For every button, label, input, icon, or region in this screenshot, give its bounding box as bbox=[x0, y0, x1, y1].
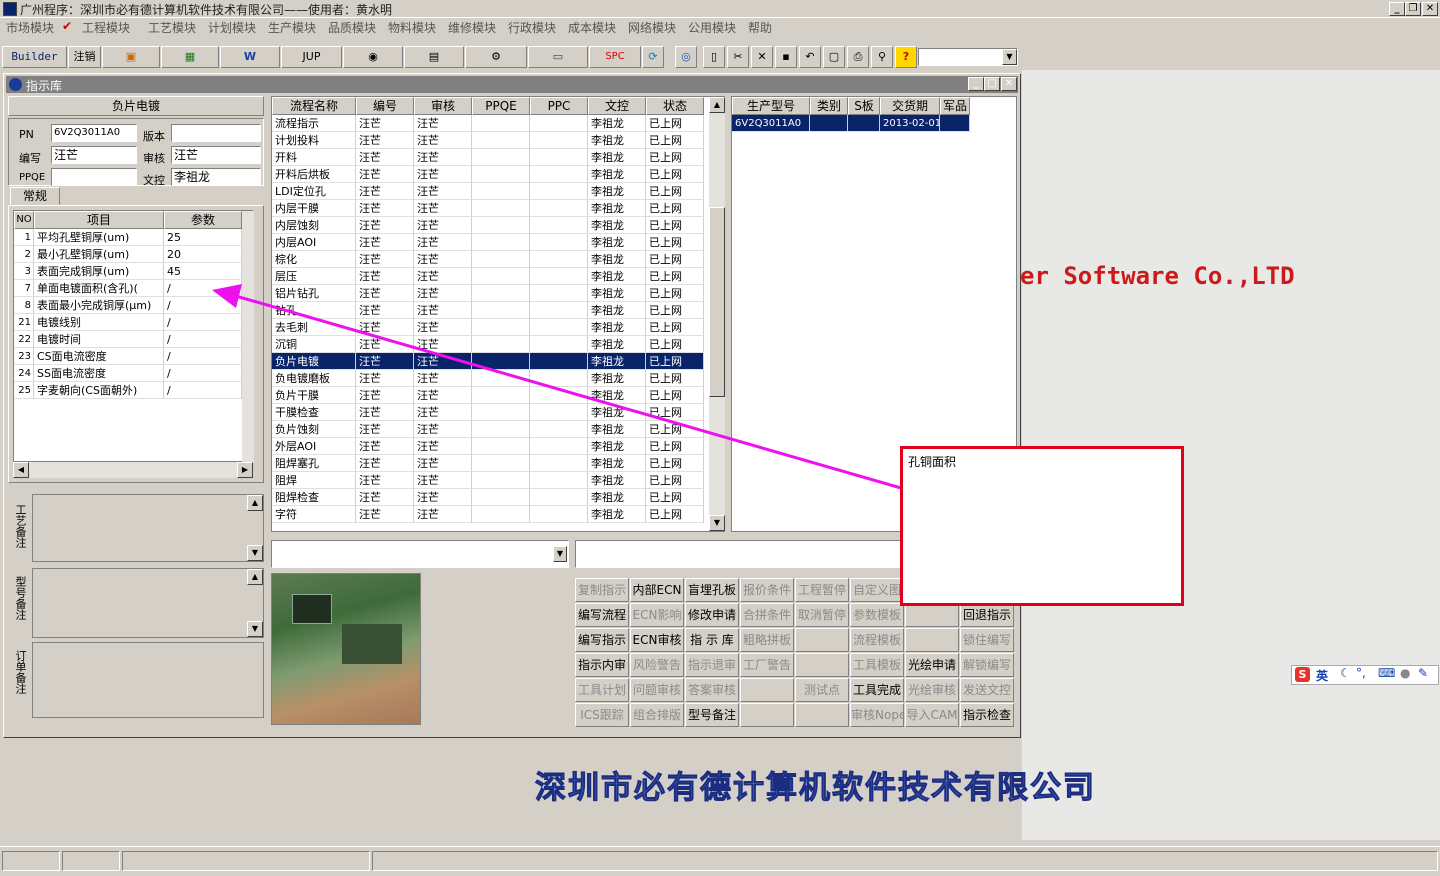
punct-icon[interactable]: °, bbox=[1356, 666, 1366, 680]
annotation-arrow bbox=[212, 284, 902, 490]
status-bar bbox=[0, 846, 1440, 876]
arrow-line bbox=[221, 290, 902, 490]
keyboard-icon[interactable]: ⌨ bbox=[1378, 666, 1395, 680]
moon-icon[interactable]: ☾ bbox=[1340, 666, 1351, 680]
ime-toolbar[interactable]: S 英 ☾ °, ⌨ ● ✎ bbox=[1291, 665, 1439, 685]
status-pane-1 bbox=[2, 851, 60, 871]
popup-text: 孔铜面积 bbox=[908, 455, 957, 469]
status-pane-2 bbox=[62, 851, 120, 871]
status-pane-4 bbox=[372, 851, 1438, 871]
annotation-popup: 孔铜面积 bbox=[900, 446, 1184, 606]
tool-icon[interactable]: ✎ bbox=[1418, 666, 1428, 680]
lang-icon[interactable]: 英 bbox=[1316, 667, 1328, 684]
user-icon[interactable]: ● bbox=[1400, 666, 1410, 680]
status-pane-3 bbox=[122, 851, 370, 871]
arrow-head bbox=[212, 284, 242, 308]
sogou-icon[interactable]: S bbox=[1295, 667, 1310, 682]
